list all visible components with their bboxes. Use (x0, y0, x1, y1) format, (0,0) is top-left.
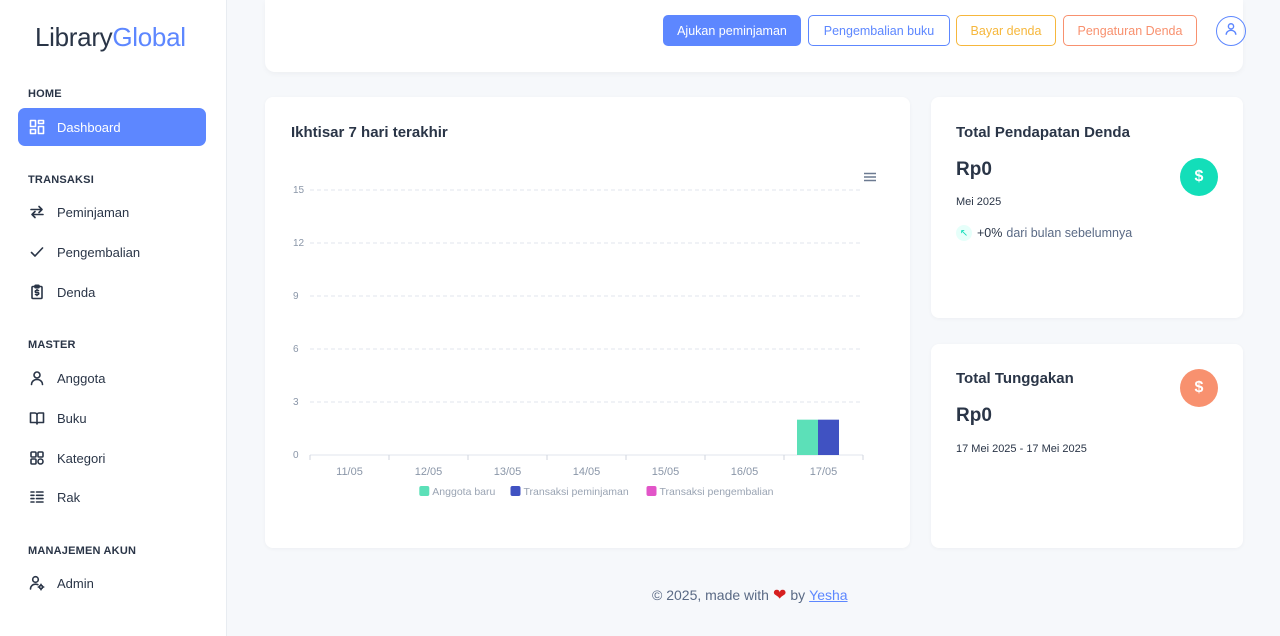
x-tick-label: 11/05 (336, 466, 363, 478)
legend-item[interactable]: Anggota baru (419, 486, 496, 498)
bayar-denda-button[interactable]: Bayar denda (956, 15, 1056, 46)
pendapatan-denda-card: Total Pendapatan Denda Rp0 Mei 2025 $ ↖ … (931, 97, 1243, 318)
section-master: MASTER (28, 339, 76, 351)
sidebar-item-label: Kategori (57, 450, 106, 466)
sidebar-item-label: Buku (57, 410, 87, 426)
pendapatan-denda-amount: Rp0 (956, 159, 992, 180)
x-tick-label: 13/05 (494, 466, 522, 478)
profile-avatar[interactable] (1216, 16, 1246, 46)
dollar-icon: $ (1180, 369, 1218, 407)
tunggakan-title: Total Tunggakan (956, 370, 1074, 387)
sidebar-item-rak[interactable]: Rak (18, 478, 206, 516)
x-tick-label: 15/05 (652, 466, 680, 478)
footer-text: © 2025, made with (652, 587, 769, 603)
book-icon (28, 409, 46, 427)
user-icon (28, 369, 46, 387)
pengaturan-denda-button[interactable]: Pengaturan Denda (1063, 15, 1197, 46)
sidebar-item-dashboard[interactable]: Dashboard (18, 108, 206, 146)
legend-label: Anggota baru (432, 486, 495, 498)
legend-swatch (646, 486, 657, 496)
sidebar-item-label: Denda (57, 284, 96, 300)
arrow-up-left-icon: ↖ (956, 225, 972, 241)
dollar-icon: $ (1180, 158, 1218, 196)
sidebar-item-label: Dashboard (57, 119, 121, 135)
section-akun: MANAJEMEN AKUN (28, 545, 137, 557)
sidebar-item-peminjaman[interactable]: Peminjaman (18, 193, 206, 231)
heart-icon: ❤ (772, 587, 787, 604)
sidebar-item-label: Admin (57, 575, 94, 591)
tunggakan-period: 17 Mei 2025 - 17 Mei 2025 (956, 443, 1087, 455)
legend-item[interactable]: Transaksi peminjaman (510, 486, 629, 498)
change-percent: +0% (977, 226, 1003, 240)
change-text: dari bulan sebelumnya (1006, 226, 1133, 240)
legend-swatch (510, 486, 521, 496)
sidebar-item-label: Pengembalian (57, 244, 141, 260)
logo-part-1: Library (35, 22, 113, 52)
sidebar-item-anggota[interactable]: Anggota (18, 359, 206, 397)
footer: © 2025, made with ❤ by Yesha (652, 585, 848, 605)
y-tick-label: 12 (293, 238, 305, 249)
clipboard-dollar-icon (28, 283, 46, 301)
sidebar: LibraryGlobal HOME Dashboard TRANSAKSI P… (0, 0, 227, 636)
pendapatan-denda-period: Mei 2025 (956, 196, 1002, 208)
sidebar-item-label: Anggota (57, 370, 106, 386)
legend-item[interactable]: Transaksi pengembalian (646, 486, 774, 498)
y-tick-label: 15 (293, 185, 305, 196)
bar-chart: 0 3 6 9 12 15 11/05 12/05 13/05 14/05 15/05 16/05 17… (293, 171, 876, 498)
y-tick-label: 9 (293, 291, 299, 302)
legend-label: Transaksi pengembalian (660, 486, 774, 498)
author-link[interactable]: Yesha (809, 587, 847, 603)
bar[interactable] (818, 419, 839, 455)
sidebar-item-kategori[interactable]: Kategori (18, 439, 206, 477)
section-transaksi: TRANSAKSI (28, 174, 94, 186)
sidebar-item-label: Peminjaman (57, 204, 130, 220)
tunggakan-amount: Rp0 (956, 405, 992, 426)
list-details-icon (28, 488, 46, 506)
pendapatan-denda-title: Total Pendapatan Denda (956, 124, 1130, 141)
sidebar-item-denda[interactable]: Denda (18, 273, 206, 311)
footer-by: by (790, 587, 806, 603)
x-tick-label: 17/05 (810, 466, 838, 478)
chart-card: Ikhtisar 7 hari terakhir 0 3 6 9 12 15 11/05 12… (265, 97, 910, 548)
legend-label: Transaksi peminjaman (524, 486, 629, 498)
dashboard-icon (28, 118, 46, 136)
legend-swatch (419, 486, 430, 496)
tunggakan-card: Total Tunggakan Rp0 17 Mei 2025 - 17 Mei… (931, 344, 1243, 548)
pengembalian-buku-button[interactable]: Pengembalian buku (808, 15, 950, 46)
sidebar-item-label: Rak (57, 489, 81, 505)
y-tick-label: 3 (293, 397, 299, 408)
sidebar-item-pengembalian[interactable]: Pengembalian (18, 233, 206, 271)
y-tick-label: 6 (293, 344, 299, 355)
check-icon (28, 243, 46, 261)
sidebar-item-admin[interactable]: Admin (18, 564, 206, 602)
app-logo[interactable]: LibraryGlobal (35, 22, 186, 53)
x-tick-label: 12/05 (415, 466, 443, 478)
chart-menu-icon[interactable] (860, 171, 876, 185)
section-home: HOME (28, 88, 62, 100)
y-tick-label: 0 (293, 450, 299, 461)
user-cog-icon (28, 574, 46, 592)
bar[interactable] (797, 419, 818, 455)
x-tick-label: 16/05 (731, 466, 759, 478)
user-icon (1224, 22, 1238, 41)
arrows-exchange-icon (28, 203, 46, 221)
logo-part-2: Global (112, 22, 186, 52)
change-indicator: ↖ +0% dari bulan sebelumnya (956, 225, 1132, 241)
ajukan-peminjaman-button[interactable]: Ajukan peminjaman (663, 15, 801, 46)
category-grid-icon (28, 449, 46, 467)
x-tick-label: 14/05 (573, 466, 601, 478)
sidebar-item-buku[interactable]: Buku (18, 399, 206, 437)
